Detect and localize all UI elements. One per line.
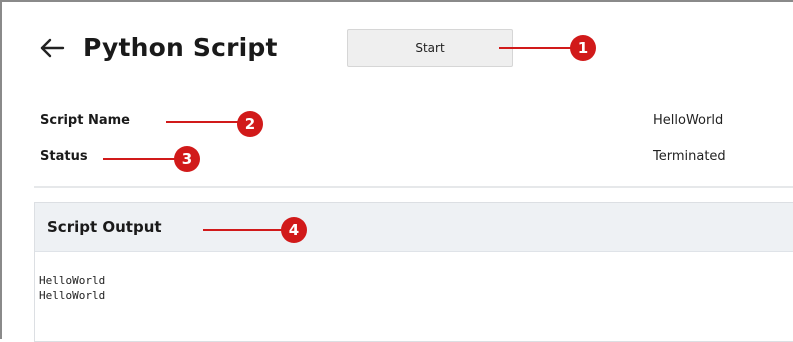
output-line: HelloWorld [39,274,106,287]
script-output-header: Script Output [35,203,793,252]
callout-1-line [499,47,571,49]
script-output-body: HelloWorld HelloWorld [35,252,793,303]
callout-badge-1: 1 [570,35,596,61]
script-output-panel: Script Output HelloWorld HelloWorld [34,202,793,342]
status-value: Terminated [653,149,726,164]
left-border [0,0,2,339]
section-divider [34,186,793,188]
back-button[interactable] [38,33,68,63]
start-button[interactable]: Start [347,29,513,67]
callout-badge-2: 2 [237,111,263,137]
page-title: Python Script [83,33,278,62]
callout-badge-4: 4 [281,217,307,243]
output-line: HelloWorld [39,289,106,302]
callout-4-line [203,229,283,231]
script-output-title: Script Output [47,218,162,236]
callout-2-line [166,121,238,123]
script-name-label: Script Name [40,113,130,128]
arrow-left-icon [40,38,65,58]
script-name-value: HelloWorld [653,113,724,128]
top-border [0,0,793,2]
callout-badge-3: 3 [174,146,200,172]
status-label: Status [40,149,88,164]
callout-3-line [103,158,175,160]
